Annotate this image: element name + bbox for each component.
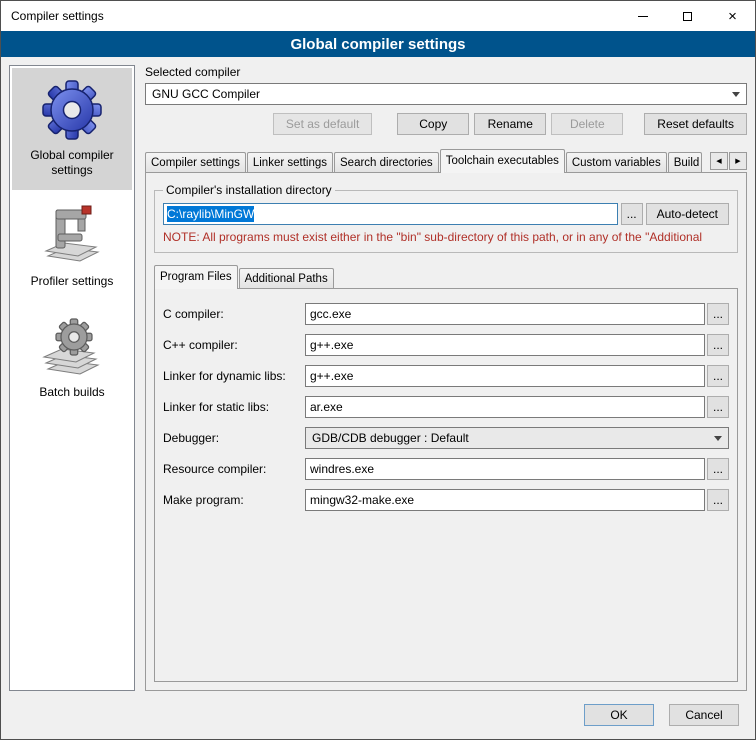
linker-static-label: Linker for static libs:: [163, 400, 305, 414]
c-compiler-label: C compiler:: [163, 307, 305, 321]
installation-directory-groupbox: Compiler's installation directory C:\ray…: [154, 183, 738, 253]
cpp-compiler-label: C++ compiler:: [163, 338, 305, 352]
browse-button[interactable]: ...: [707, 334, 729, 356]
sidebar-item-profiler-settings[interactable]: Profiler settings: [12, 194, 132, 301]
make-program-input[interactable]: [305, 489, 705, 511]
browse-button[interactable]: ...: [707, 489, 729, 511]
dialog-header: Global compiler settings: [1, 31, 755, 57]
debugger-select[interactable]: GDB/CDB debugger : Default: [305, 427, 729, 449]
bin-subdirectory-note: NOTE: All programs must exist either in …: [163, 230, 729, 244]
cpp-compiler-input[interactable]: [305, 334, 705, 356]
titlebar[interactable]: Compiler settings ×: [1, 1, 755, 31]
maximize-button[interactable]: [665, 1, 710, 31]
c-compiler-input[interactable]: [305, 303, 705, 325]
c-compiler-row: C compiler: ...: [163, 303, 729, 325]
browse-button[interactable]: ...: [707, 365, 729, 387]
set-as-default-button[interactable]: Set as default: [273, 113, 372, 135]
browse-button[interactable]: ...: [707, 303, 729, 325]
minimize-icon: [638, 16, 648, 17]
linker-static-input[interactable]: [305, 396, 705, 418]
debugger-row: Debugger: GDB/CDB debugger : Default: [163, 427, 729, 449]
close-button[interactable]: ×: [710, 1, 755, 31]
delete-button[interactable]: Delete: [551, 113, 623, 135]
linker-dynamic-row: Linker for dynamic libs: ...: [163, 365, 729, 387]
minimize-button[interactable]: [620, 1, 665, 31]
reset-defaults-button[interactable]: Reset defaults: [644, 113, 747, 135]
window-title: Compiler settings: [1, 9, 620, 23]
tab-additional-paths[interactable]: Additional Paths: [239, 268, 334, 288]
debugger-selected-value: GDB/CDB debugger : Default: [312, 431, 469, 445]
compiler-settings-window: Compiler settings × Global compiler sett…: [0, 0, 756, 740]
selected-compiler-label: Selected compiler: [145, 65, 747, 79]
browse-directory-button[interactable]: ...: [621, 203, 643, 225]
ok-button[interactable]: OK: [584, 704, 654, 726]
linker-dynamic-input[interactable]: [305, 365, 705, 387]
sidebar-item-label: Batch builds: [39, 385, 104, 400]
sidebar-item-global-compiler-settings[interactable]: Global compiler settings: [12, 68, 132, 190]
tab-scroll-arrows: ◀ ▶: [710, 152, 747, 170]
tab-scroll-right-button[interactable]: ▶: [729, 152, 747, 170]
make-program-label: Make program:: [163, 493, 305, 507]
cancel-button[interactable]: Cancel: [669, 704, 739, 726]
cpp-compiler-row: C++ compiler: ...: [163, 334, 729, 356]
gear-blue-icon: [40, 78, 104, 142]
installation-directory-value: C:\raylib\MinGW: [167, 206, 254, 222]
program-tabstrip: Program Files Additional Paths: [154, 265, 738, 288]
compiler-actions: Set as default Copy Rename Delete Reset …: [145, 113, 747, 135]
browse-button[interactable]: ...: [707, 458, 729, 480]
installation-directory-legend: Compiler's installation directory: [163, 183, 335, 197]
tab-program-files[interactable]: Program Files: [154, 265, 238, 289]
tab-scroll-left-button[interactable]: ◀: [710, 152, 728, 170]
sidebar-item-label: Global compiler settings: [16, 148, 128, 178]
tab-linker-settings[interactable]: Linker settings: [247, 152, 333, 172]
tab-compiler-settings[interactable]: Compiler settings: [145, 152, 246, 172]
linker-dynamic-label: Linker for dynamic libs:: [163, 369, 305, 383]
chevron-down-icon: [732, 92, 740, 97]
rename-button[interactable]: Rename: [474, 113, 546, 135]
tab-custom-variables[interactable]: Custom variables: [566, 152, 667, 172]
settings-category-list: Global compiler settings Pr: [9, 65, 135, 691]
close-icon: ×: [728, 9, 737, 24]
dialog-body: Global compiler settings Pr: [1, 57, 755, 699]
linker-static-row: Linker for static libs: ...: [163, 396, 729, 418]
resource-compiler-input[interactable]: [305, 458, 705, 480]
sidebar-item-label: Profiler settings: [31, 274, 114, 289]
main-panel: Selected compiler GNU GCC Compiler Set a…: [145, 65, 747, 691]
auto-detect-button[interactable]: Auto-detect: [646, 203, 729, 225]
settings-tabstrip: Compiler settings Linker settings Search…: [145, 149, 747, 172]
debugger-label: Debugger:: [163, 431, 305, 445]
tab-build-options[interactable]: Build: [668, 152, 702, 172]
installation-directory-input[interactable]: C:\raylib\MinGW: [163, 203, 618, 225]
chevron-down-icon: [714, 436, 722, 441]
maximize-icon: [683, 12, 692, 21]
tab-toolchain-executables[interactable]: Toolchain executables: [440, 149, 565, 173]
dialog-header-title: Global compiler settings: [290, 36, 465, 53]
compiler-select[interactable]: GNU GCC Compiler: [145, 83, 747, 105]
copy-button[interactable]: Copy: [397, 113, 469, 135]
browse-button[interactable]: ...: [707, 396, 729, 418]
batch-builds-icon: [40, 315, 104, 379]
toolchain-executables-panel: Compiler's installation directory C:\ray…: [145, 172, 747, 691]
make-program-row: Make program: ...: [163, 489, 729, 511]
compiler-selected-value: GNU GCC Compiler: [152, 87, 260, 101]
dialog-footer: OK Cancel: [1, 699, 755, 739]
program-files-panel: C compiler: ... C++ compiler: ... Linker…: [154, 288, 738, 682]
resource-compiler-row: Resource compiler: ...: [163, 458, 729, 480]
profiler-icon: [40, 204, 104, 268]
resource-compiler-label: Resource compiler:: [163, 462, 305, 476]
sidebar-item-batch-builds[interactable]: Batch builds: [12, 305, 132, 412]
installation-directory-row: C:\raylib\MinGW ... Auto-detect: [163, 203, 729, 225]
tab-search-directories[interactable]: Search directories: [334, 152, 439, 172]
